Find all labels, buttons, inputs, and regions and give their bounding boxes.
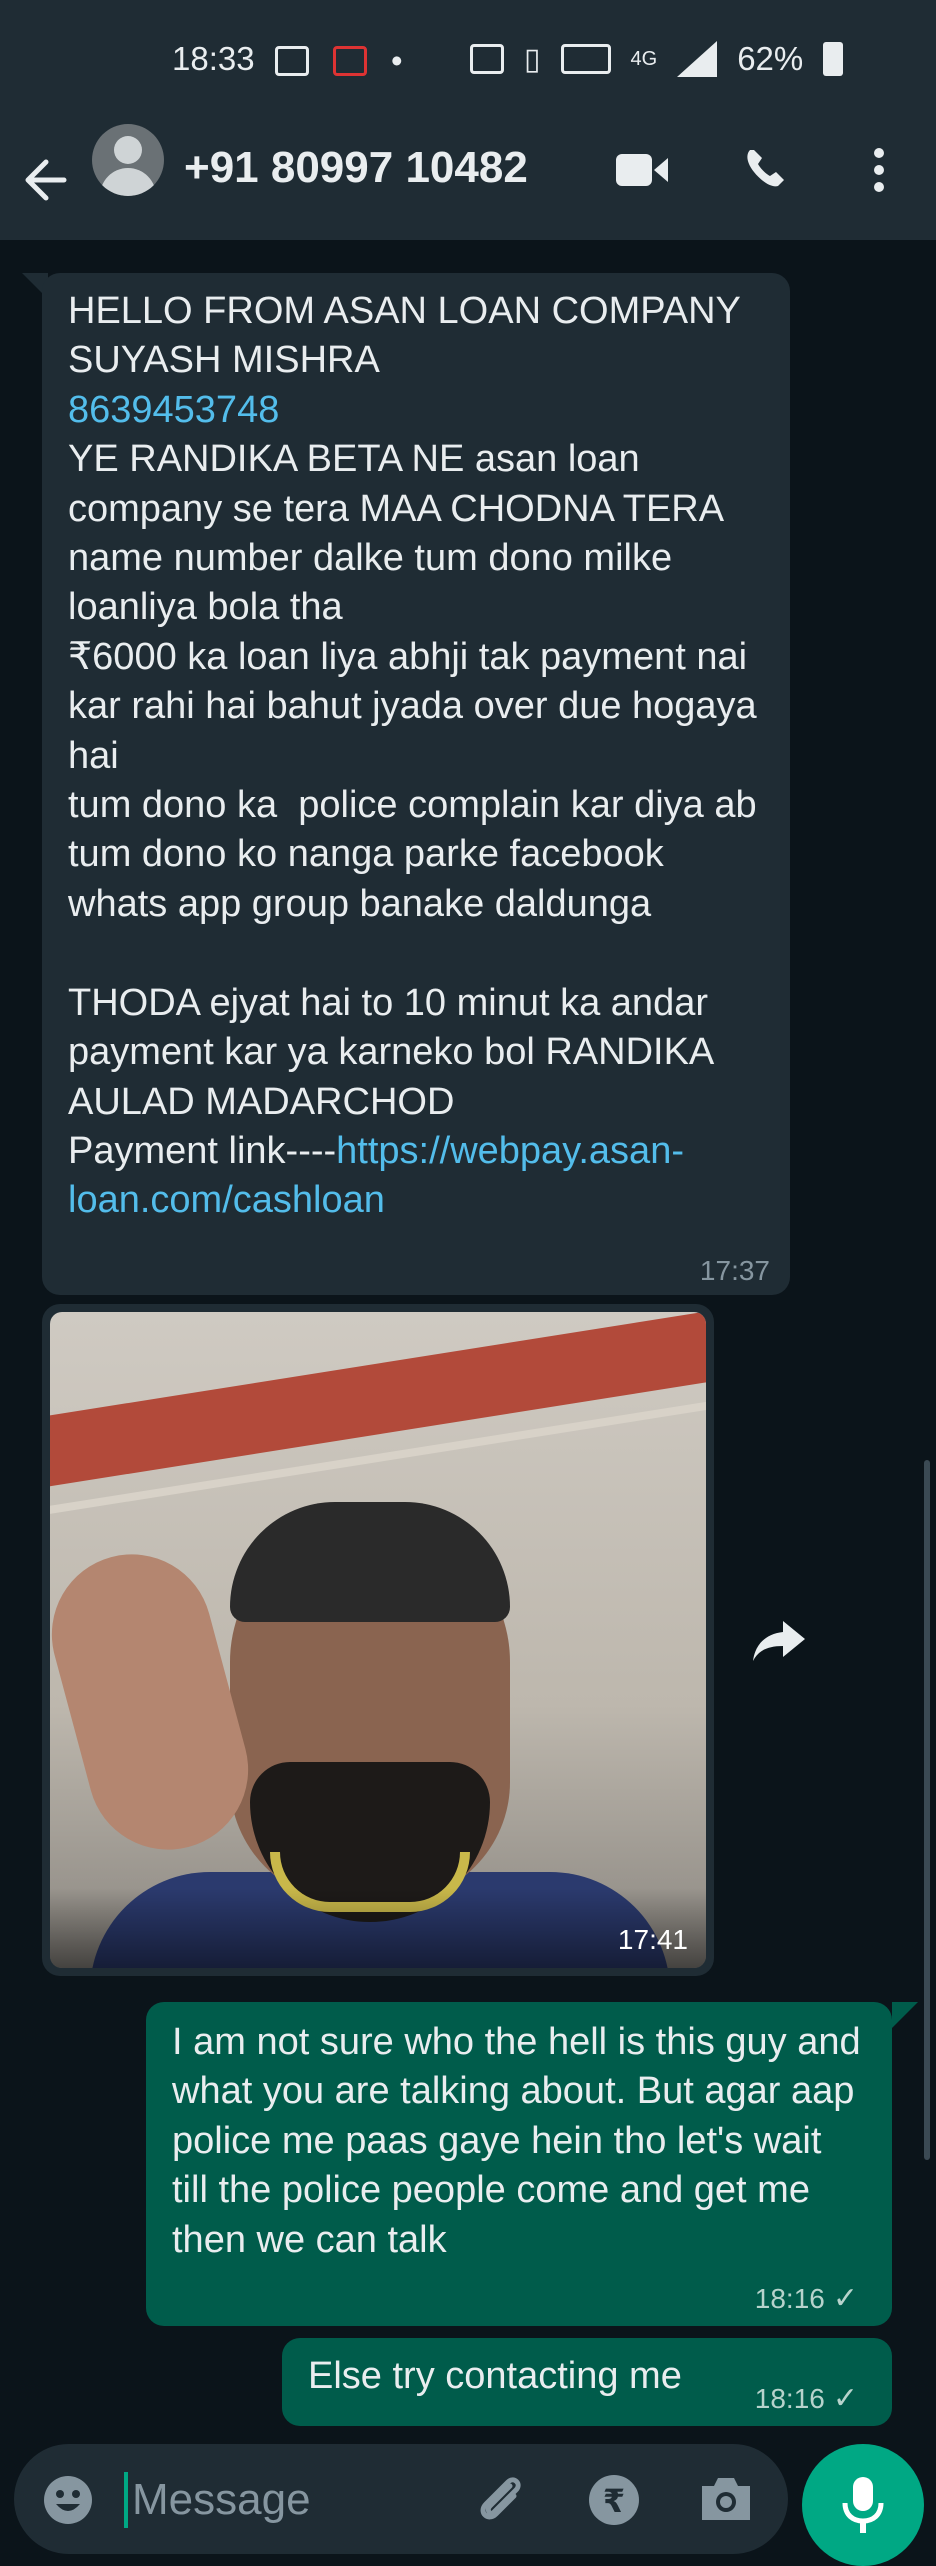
photo-shade [50,1888,706,1968]
outgoing-message[interactable]: Else try contacting me 18:16 ✓ [282,2338,892,2426]
attachment-icon[interactable] [470,2470,530,2530]
dot-icon: • [391,42,403,79]
svg-text:₹: ₹ [603,2482,625,2520]
message-input[interactable] [130,2464,464,2536]
message-text: I am not sure who the hell is this guy a… [172,2021,872,2261]
scrollbar[interactable] [924,1460,930,2160]
avatar-body [100,168,156,196]
message-text-part: HELLO FROM ASAN LOAN COMPANY SUYASH MISH… [68,290,741,382]
message-composer: ₹ [14,2444,788,2554]
status-time: 18:33 [172,40,255,77]
volte-icon [560,44,611,74]
message-text-part: YE RANDIKA BETA NE asan loan company se … [68,438,757,1172]
voice-call-icon[interactable] [740,144,790,194]
video-call-icon[interactable] [614,150,670,190]
emoji-icon[interactable] [40,2472,96,2528]
notification-icons: • [275,42,403,80]
image-time: 17:41 [617,1924,688,1955]
message-time: 18:16 [754,2282,825,2314]
avatar[interactable] [92,124,164,196]
message-meta: 18:16 ✓ [755,2281,858,2316]
outgoing-bubble-tail [892,2002,918,2028]
text-cursor [124,2472,128,2528]
vibrate-icon: ▯ [524,42,541,76]
voice-message-button[interactable] [802,2444,924,2566]
battery-icon [823,42,844,76]
sent-check-icon: ✓ [832,2282,858,2315]
news-notification-icon [275,46,309,76]
battery-percent: 62% [737,40,804,77]
nfc-icon [470,44,504,74]
incoming-image-message[interactable]: 17:41 [42,1304,714,1976]
more-options-icon[interactable] [864,145,894,195]
outgoing-message[interactable]: I am not sure who the hell is this guy a… [146,2002,892,2326]
system-icons: ▯ 4G 62% [470,40,844,78]
message-time: 17:37 [699,1255,770,1286]
microphone-icon [842,2477,884,2533]
photo-hair [230,1502,510,1622]
message-meta: 18:16 ✓ [755,2381,858,2416]
selfie-photo[interactable]: 17:41 [50,1312,706,1968]
avatar-head [114,136,142,164]
signal-icon [677,41,718,77]
sent-check-icon: ✓ [832,2382,858,2415]
rupee-payment-icon[interactable]: ₹ [586,2472,642,2528]
forward-icon [753,1621,805,1661]
forward-button[interactable] [740,1602,818,1680]
message-text: HELLO FROM ASAN LOAN COMPANY SUYASH MISH… [68,287,764,1226]
status-bar: 18:33 • ▯ 4G 62% [0,0,936,122]
contact-name[interactable]: +91 80997 10482 [184,143,528,193]
app-notification-icon [333,46,367,76]
message-time: 18:16 [754,2382,825,2414]
incoming-message[interactable]: HELLO FROM ASAN LOAN COMPANY SUYASH MISH… [42,273,790,1295]
back-arrow-icon[interactable] [16,152,72,208]
camera-icon[interactable] [698,2474,754,2524]
phone-number-link[interactable]: 8639453748 [68,389,279,431]
network-label: 4G [630,47,658,70]
photo-wall-stripe [50,1312,706,1492]
